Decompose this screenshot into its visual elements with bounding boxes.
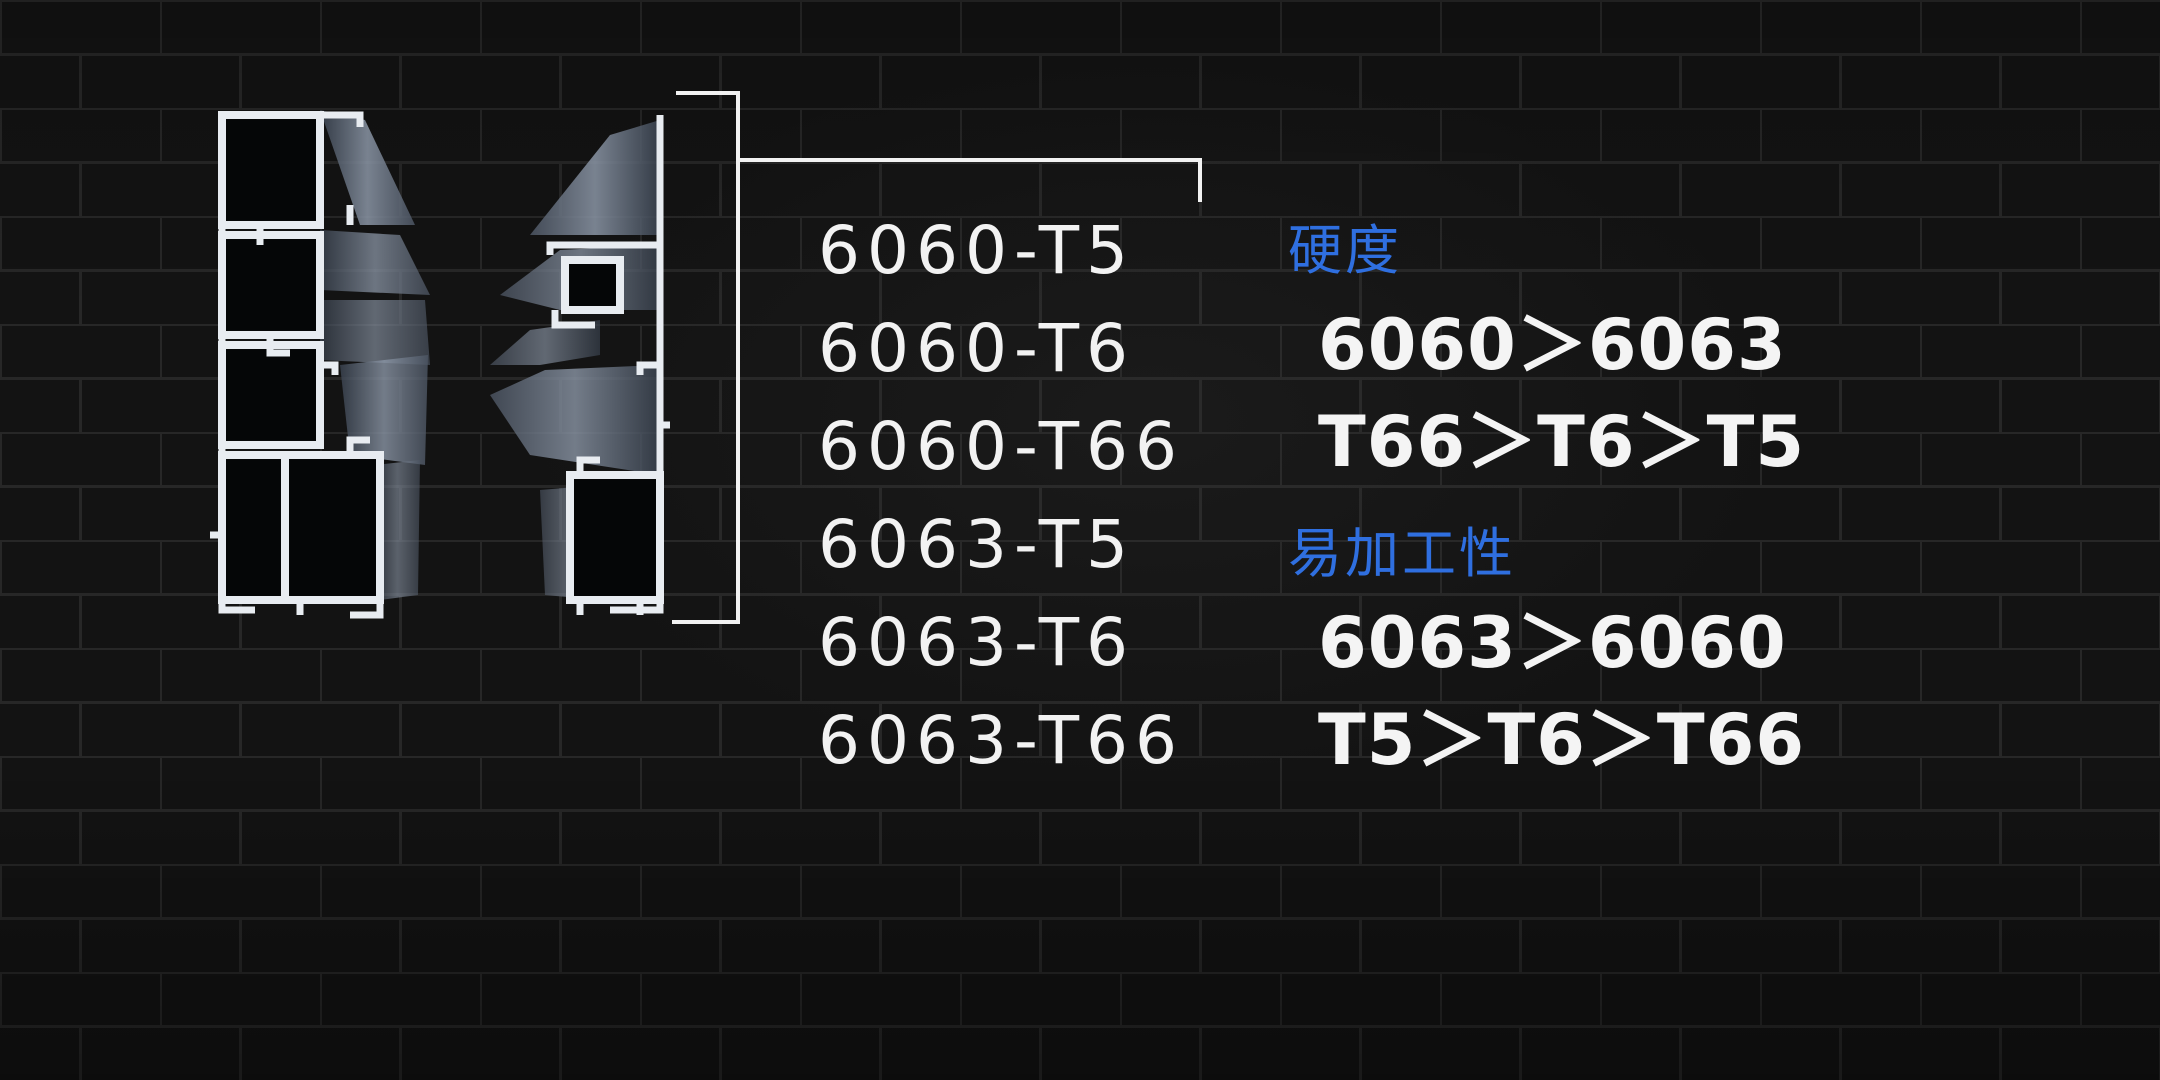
hardness-alloy-comparison: 6060＞6063 [1318,304,1787,386]
machinability-temper-comparison: T5＞T6＞T66 [1318,699,1806,781]
machinability-label: 易加工性 [1288,522,1516,585]
right-profile [490,115,670,615]
grade-6063-t6: 6063-T6 [818,604,1136,681]
grade-6060-t5: 6060-T5 [818,212,1136,289]
machinability-alloy-comparison: 6063＞6060 [1318,602,1787,684]
grade-6060-t6: 6060-T6 [818,310,1136,387]
grade-6063-t5: 6063-T5 [818,506,1136,583]
hardness-label: 硬度 [1288,219,1402,282]
grade-6060-t66: 6060-T66 [818,408,1185,485]
hardness-temper-comparison: T66＞T6＞T5 [1318,401,1806,483]
left-profile [210,110,430,619]
grade-6063-t66: 6063-T66 [818,702,1185,779]
slide: 6060-T5 6060-T6 6060-T66 6063-T5 6063-T6… [0,0,2160,1080]
